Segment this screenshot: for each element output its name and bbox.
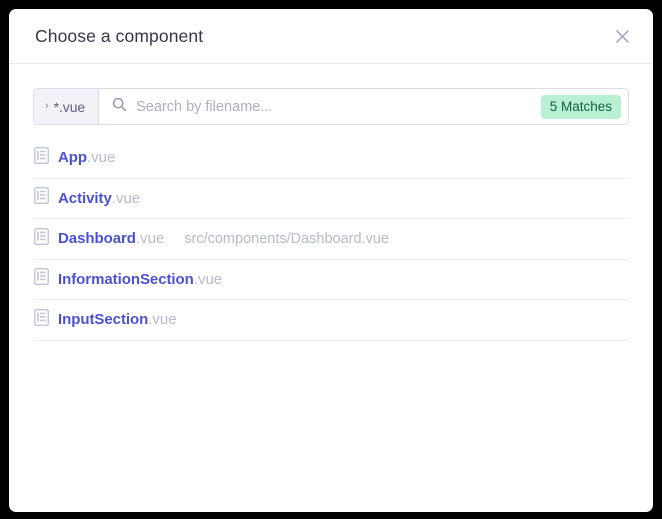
file-extension: .vue bbox=[193, 270, 223, 288]
search-field bbox=[99, 89, 541, 124]
file-document-icon bbox=[34, 308, 49, 331]
file-path: src/components/Dashboard.vue bbox=[184, 230, 389, 247]
file-name: App bbox=[58, 149, 88, 167]
list-item[interactable]: App .vue bbox=[33, 138, 629, 179]
list-item[interactable]: InformationSection .vue bbox=[33, 260, 629, 300]
file-document-icon bbox=[34, 227, 49, 250]
file-document-icon bbox=[34, 268, 49, 290]
file-document-icon bbox=[34, 187, 49, 209]
list-item[interactable]: Dashboard .vue src/components/Dashboard.… bbox=[33, 219, 629, 260]
dialog-body: › *.vue 5 Matches bbox=[9, 64, 653, 341]
close-button[interactable] bbox=[609, 23, 635, 49]
dialog-header: Choose a component bbox=[9, 9, 653, 64]
search-bar: › *.vue 5 Matches bbox=[33, 88, 629, 125]
file-document-icon bbox=[34, 146, 49, 169]
file-extension: .vue bbox=[87, 149, 116, 167]
list-item[interactable]: InputSection .vue bbox=[33, 300, 629, 341]
file-name: InformationSection bbox=[58, 270, 194, 288]
file-name: Dashboard bbox=[58, 230, 136, 248]
chevron-right-icon: › bbox=[45, 100, 49, 112]
results-list: App .vue Activity .vue Dashboard .vue sr… bbox=[33, 138, 629, 341]
search-input[interactable] bbox=[136, 98, 530, 115]
file-extension: .vue bbox=[111, 189, 141, 207]
search-icon bbox=[112, 97, 127, 117]
filter-chip-label: *.vue bbox=[53, 98, 86, 115]
file-name: InputSection bbox=[58, 311, 149, 329]
file-extension: .vue bbox=[148, 311, 177, 329]
match-count-badge: 5 Matches bbox=[540, 94, 621, 119]
file-extension: .vue bbox=[135, 230, 165, 248]
filter-chip-vue[interactable]: › *.vue bbox=[34, 89, 100, 124]
choose-component-dialog: Choose a component › *.vue Search by fil… bbox=[9, 9, 653, 512]
list-item[interactable]: Activity .vue bbox=[33, 179, 629, 219]
close-icon bbox=[615, 29, 630, 44]
file-name: Activity bbox=[58, 189, 112, 207]
page-title: Choose a component bbox=[35, 25, 204, 46]
